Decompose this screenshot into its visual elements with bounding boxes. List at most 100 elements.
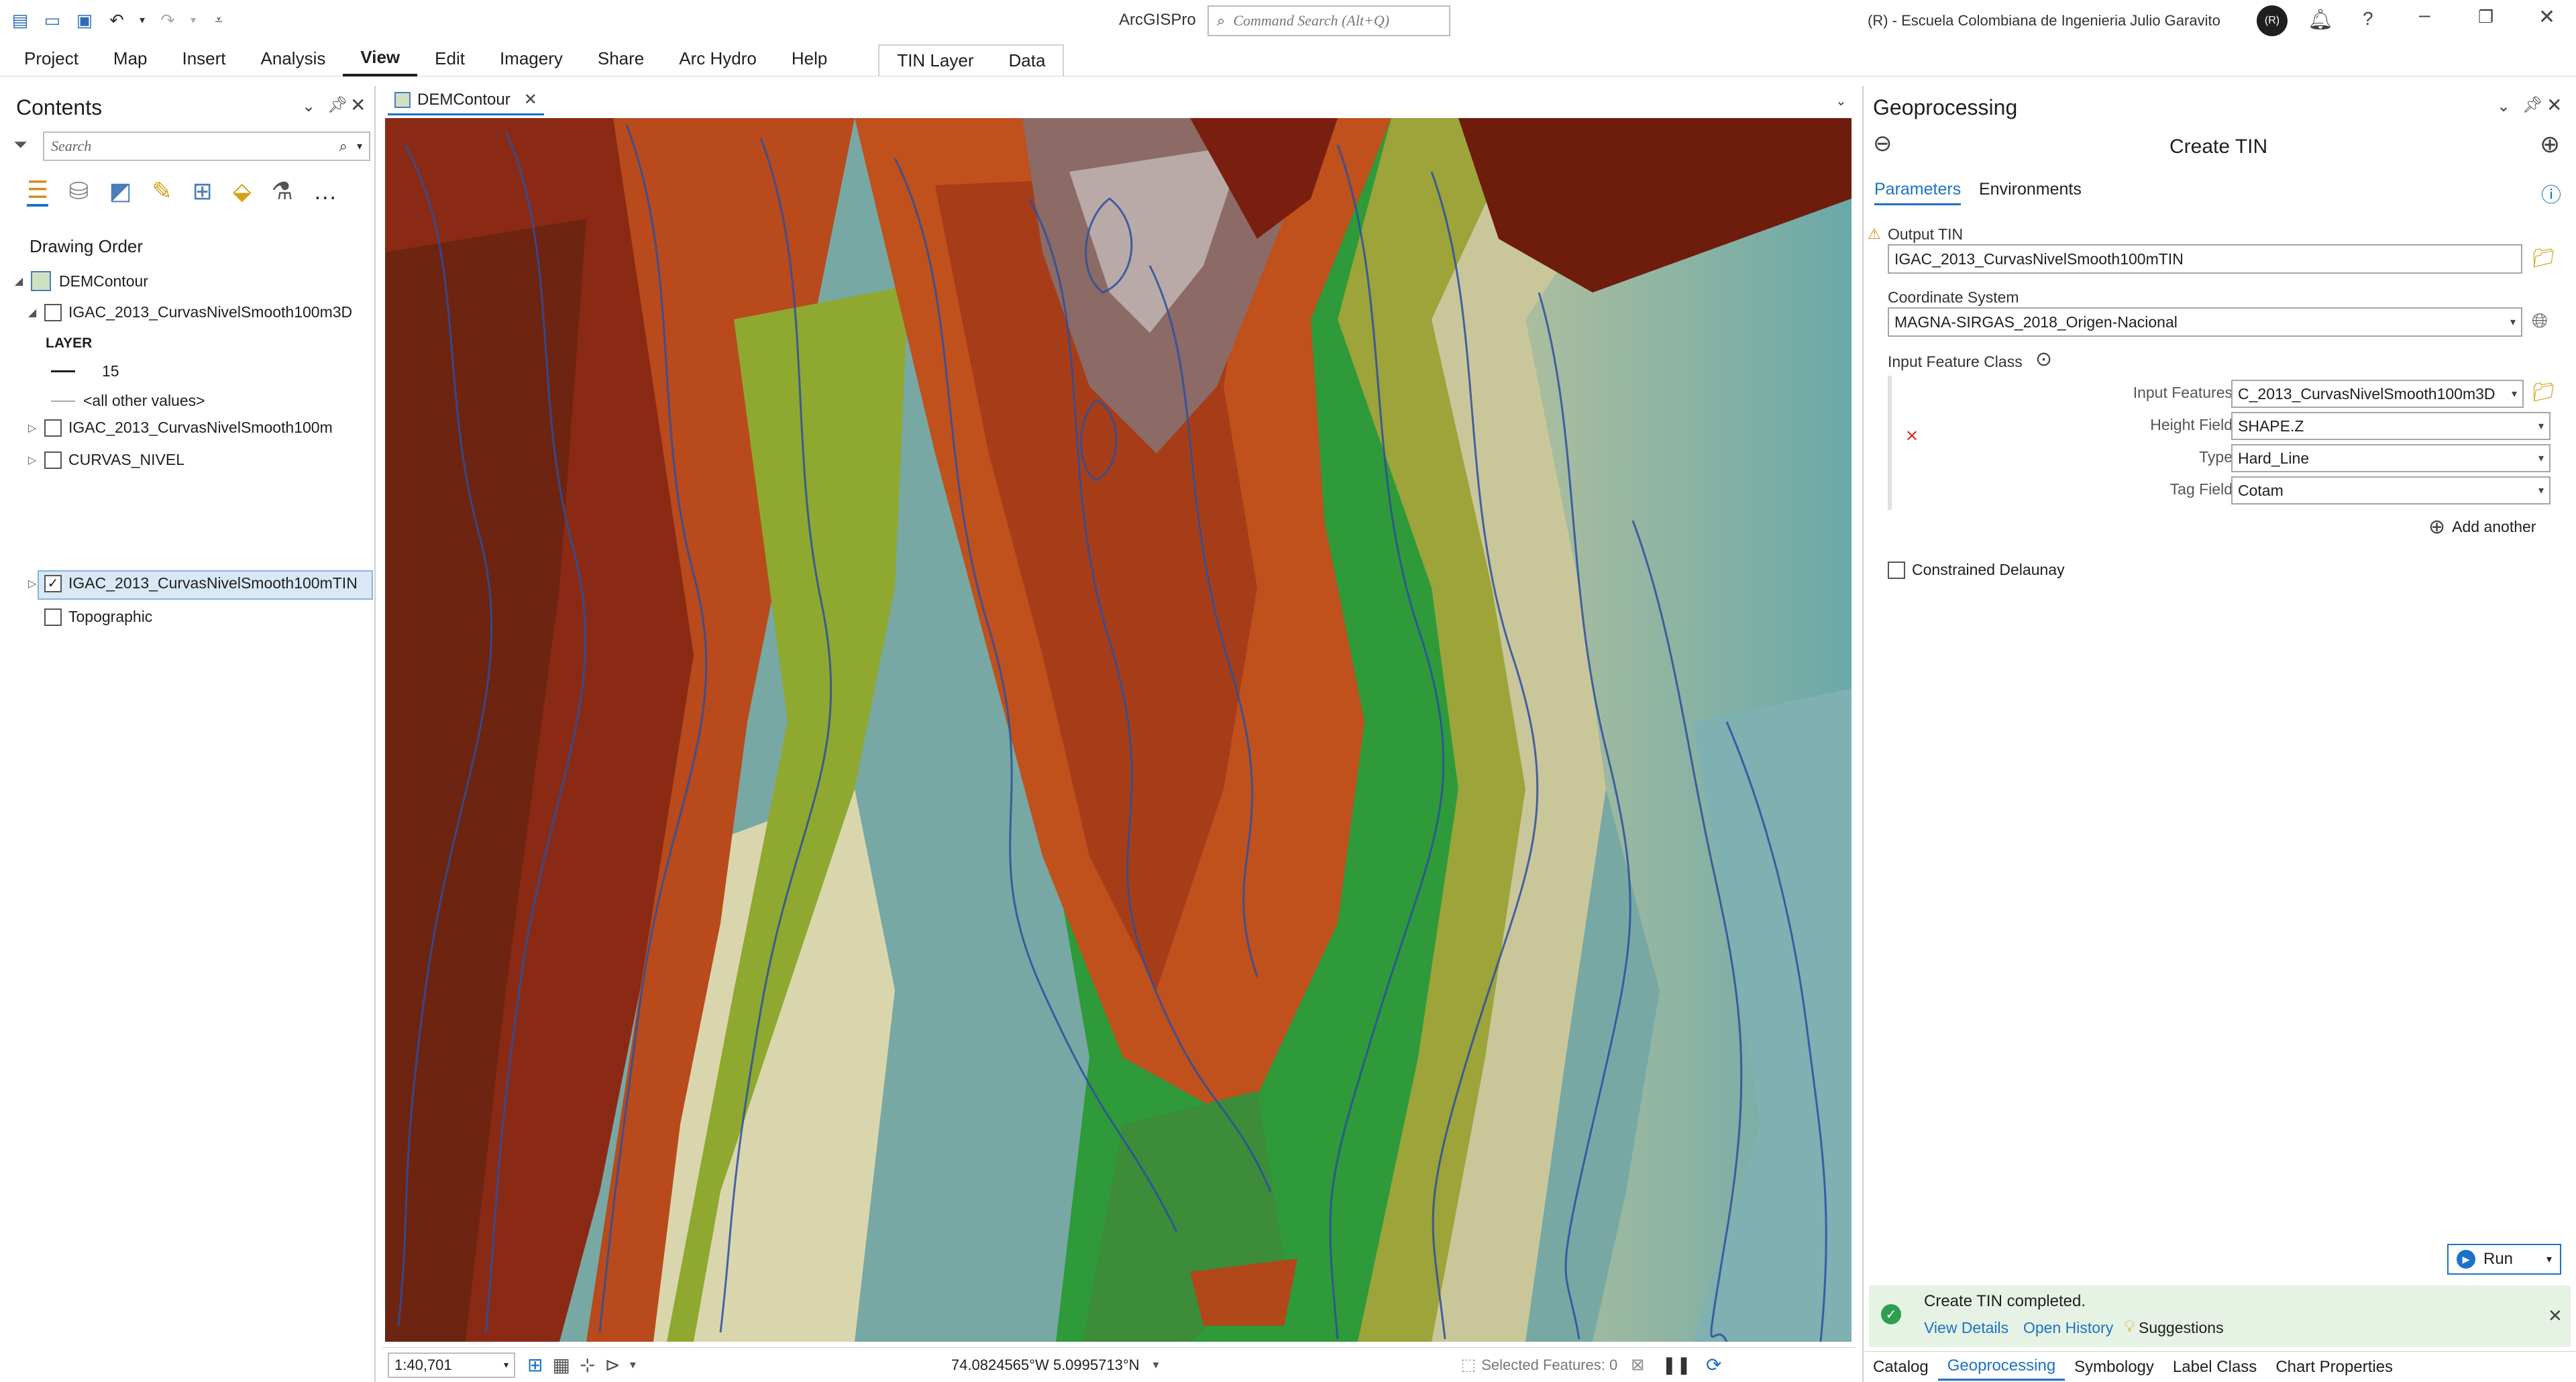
tab-data[interactable]: Data [991, 46, 1063, 76]
list-by-selection-icon[interactable]: ◩ [109, 177, 131, 205]
save-icon[interactable]: ▣ [71, 7, 98, 34]
pause-drawing-icon[interactable]: ❚❚ [1662, 1354, 1691, 1375]
tab-environments[interactable]: Environments [1979, 180, 2082, 199]
tab-label-class[interactable]: Label Class [2163, 1354, 2266, 1381]
tab-imagery[interactable]: Imagery [482, 42, 580, 76]
tab-arc-hydro[interactable]: Arc Hydro [661, 42, 774, 76]
help-icon[interactable]: ⓘ [2541, 178, 2561, 208]
search-dropdown-icon[interactable]: ▾ [357, 140, 362, 153]
back-icon[interactable]: ⊖ [1873, 130, 1892, 157]
open-history-link[interactable]: Open History [2023, 1319, 2113, 1337]
undo-icon[interactable]: ↶ [103, 7, 130, 34]
dismiss-message-icon[interactable]: ✕ [2548, 1306, 2563, 1326]
tab-catalog[interactable]: Catalog [1864, 1354, 1938, 1381]
collapse-icon[interactable]: ◢ [12, 274, 25, 288]
tab-help[interactable]: Help [774, 42, 845, 76]
list-by-drawing-order-icon[interactable]: ☰ [27, 176, 49, 207]
tab-analysis[interactable]: Analysis [244, 42, 343, 76]
close-pane-icon[interactable]: ✕ [2546, 94, 2562, 116]
view-details-link[interactable]: View Details [1924, 1319, 2008, 1337]
list-by-snapping-icon[interactable]: ⊞ [193, 177, 213, 205]
map-node[interactable]: ◢ DEMContour [12, 271, 148, 291]
tab-map[interactable]: Map [96, 42, 165, 76]
layer-item-3[interactable]: ▷ ✓ IGAC_2013_CurvasNivelSmooth100mTIN [25, 574, 358, 592]
tab-chart-properties[interactable]: Chart Properties [2266, 1354, 2402, 1381]
output-tin-field[interactable]: IGAC_2013_CurvasNivelSmooth100mTIN [1888, 244, 2522, 274]
type-dropdown[interactable]: Hard_Line ▾ [2231, 444, 2551, 472]
status-dropdown-icon[interactable]: ▾ [630, 1358, 636, 1372]
refresh-icon[interactable]: ⟳ [1706, 1354, 1721, 1376]
tab-insert[interactable]: Insert [165, 42, 244, 76]
expand-icon[interactable]: ▷ [25, 421, 39, 435]
remove-row-icon[interactable]: ✕ [1905, 427, 1919, 446]
constrained-delaunay-checkbox[interactable] [1888, 561, 1905, 579]
layer-visibility-checkbox[interactable] [44, 608, 62, 626]
tab-list-icon[interactable]: ⌄ [1835, 93, 1847, 109]
filter-icon[interactable]: ⏷ [13, 134, 28, 156]
coordinate-format-dropdown-icon[interactable]: ▾ [1153, 1358, 1159, 1372]
pin-icon[interactable]: 📌︎ [327, 95, 347, 115]
close-window-icon[interactable]: ✕ [2538, 5, 2555, 29]
tab-project[interactable]: Project [7, 42, 96, 76]
run-dropdown-icon[interactable]: ▾ [2546, 1253, 2552, 1266]
list-by-data-source-icon[interactable]: ⛁ [68, 177, 89, 205]
expand-icon[interactable]: ▷ [25, 454, 39, 467]
help-icon[interactable]: ? [2363, 8, 2373, 30]
run-button[interactable]: ▶ Run ▾ [2447, 1244, 2561, 1275]
snapping-icon[interactable]: ⊹ [580, 1354, 595, 1376]
add-tool-icon[interactable]: ⊕ [2540, 130, 2560, 158]
more-options-icon[interactable]: … [313, 177, 337, 205]
layer-visibility-checkbox[interactable] [44, 419, 62, 437]
close-tab-icon[interactable]: ✕ [524, 90, 537, 109]
layer-visibility-checkbox[interactable] [44, 451, 62, 469]
restore-icon[interactable]: ❐ [2478, 7, 2493, 28]
fixed-zoom-icon[interactable]: ⊞ [527, 1354, 543, 1376]
tag-field-dropdown[interactable]: Cotam ▾ [2231, 476, 2551, 504]
globe-icon[interactable]: 🌐︎ [2532, 310, 2548, 333]
scale-selector[interactable]: 1:40,701 ▾ [388, 1352, 515, 1378]
layer-item-0[interactable]: ◢ IGAC_2013_CurvasNivelSmooth100m3D [25, 303, 352, 321]
tab-tin-layer[interactable]: TIN Layer [879, 46, 991, 76]
browse-folder-icon[interactable]: 📁︎ [2532, 381, 2556, 403]
tab-geoprocessing[interactable]: Geoprocessing [1937, 1354, 2065, 1381]
list-by-perspective-icon[interactable]: ⚗ [272, 177, 293, 205]
constrained-delaunay-option[interactable]: Constrained Delaunay [1888, 561, 2065, 579]
tab-edit[interactable]: Edit [417, 42, 482, 76]
redo-dropdown-icon[interactable]: ▾ [186, 7, 200, 34]
clear-selection-icon[interactable]: ⊠ [1631, 1355, 1644, 1375]
input-features-dropdown[interactable]: C_2013_CurvasNivelSmooth100m3D ▾ [2231, 380, 2524, 408]
add-another-button[interactable]: ⊕ Add another [2428, 515, 2536, 539]
map-tab[interactable]: DEMContour ✕ [388, 86, 544, 115]
constraints-icon[interactable]: ⊳ [604, 1354, 620, 1376]
open-project-icon[interactable]: ▭ [39, 7, 66, 34]
collapse-section-icon[interactable]: ⊙ [2035, 348, 2052, 371]
undo-dropdown-icon[interactable]: ▾ [136, 7, 149, 34]
new-project-icon[interactable]: ▤ [7, 7, 34, 34]
pane-options-icon[interactable]: ⌄ [302, 97, 315, 116]
collapse-icon[interactable]: ◢ [25, 306, 39, 319]
suggestions-link[interactable]: Suggestions [2139, 1319, 2224, 1337]
notifications-bell-icon[interactable]: 🔔︎ [2308, 8, 2333, 32]
map-canvas[interactable] [385, 118, 1851, 1342]
minimize-icon[interactable]: – [2419, 4, 2430, 27]
contents-search-input[interactable]: Search ⌕ ▾ [43, 131, 370, 161]
pane-options-icon[interactable]: ⌄ [2497, 97, 2510, 116]
layer-item-2[interactable]: ▷ CURVAS_NIVEL [25, 451, 184, 469]
redo-icon[interactable]: ↷ [154, 7, 181, 34]
browse-folder-icon[interactable]: 📁︎ [2532, 247, 2556, 269]
avatar[interactable]: (R) [2257, 5, 2288, 36]
list-by-labeling-icon[interactable]: ⬙ [233, 177, 252, 205]
tab-view[interactable]: View [343, 42, 418, 76]
layer-item-1[interactable]: ▷ IGAC_2013_CurvasNivelSmooth100m [25, 419, 333, 437]
layer-item-4[interactable]: Topographic [44, 608, 152, 626]
command-search[interactable]: ⌕ Command Search (Alt+Q) [1208, 5, 1450, 36]
layer-visibility-checkbox[interactable]: ✓ [44, 574, 62, 592]
selected-features-count[interactable]: Selected Features: 0 [1481, 1357, 1617, 1374]
tab-share[interactable]: Share [580, 42, 661, 76]
tab-parameters[interactable]: Parameters [1874, 180, 1962, 205]
signed-in-user[interactable]: (R) - Escuela Colombiana de Ingenieria J… [1868, 12, 2220, 30]
layer-visibility-checkbox[interactable] [44, 303, 62, 321]
expand-icon[interactable]: ▷ [25, 577, 39, 590]
pin-icon[interactable]: 📌︎ [2522, 95, 2542, 115]
customize-toolbar-icon[interactable]: ⩡ [205, 7, 232, 34]
